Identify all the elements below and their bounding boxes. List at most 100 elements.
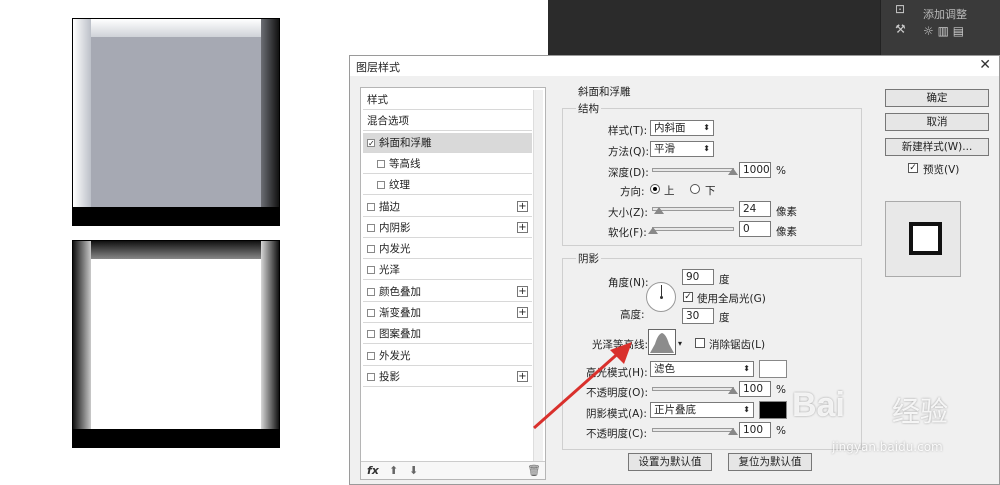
style-list-item[interactable]: 图案叠加 xyxy=(363,324,532,345)
soften-label: 软化(F): xyxy=(608,227,647,239)
soften-slider-thumb[interactable] xyxy=(648,227,658,234)
style-checkbox[interactable] xyxy=(377,159,385,168)
angle-dial[interactable] xyxy=(646,282,676,312)
technique-select[interactable]: 平滑 ⬍ xyxy=(650,141,714,157)
soften-field[interactable]: 0 xyxy=(739,221,771,237)
style-checkbox[interactable] xyxy=(367,266,375,275)
angle-field[interactable]: 90 xyxy=(682,269,714,285)
new-style-button[interactable]: 新建样式(W)... xyxy=(885,138,989,156)
shadow-opacity-slider[interactable] xyxy=(652,428,734,432)
global-light-label: 使用全局光(G) xyxy=(697,293,766,305)
altitude-unit: 度 xyxy=(719,312,730,324)
style-checkbox[interactable] xyxy=(367,309,375,317)
style-list-item[interactable]: ✓ 斜面和浮雕 xyxy=(363,132,532,153)
style-checkbox[interactable] xyxy=(377,181,385,190)
contour-dropdown-icon[interactable]: ▾ xyxy=(678,339,682,348)
soften-slider[interactable] xyxy=(652,227,734,231)
anti-alias-checkbox[interactable] xyxy=(695,338,705,348)
style-list-item[interactable]: 外发光 xyxy=(363,346,532,366)
cancel-button[interactable]: 取消 xyxy=(885,113,989,131)
highlight-opacity-field[interactable]: 100 xyxy=(739,381,771,397)
ok-button[interactable]: 确定 xyxy=(885,89,989,107)
style-list-item[interactable]: 颜色叠加 + xyxy=(363,282,532,302)
highlight-color-swatch[interactable] xyxy=(759,360,787,378)
annotation-arrow xyxy=(533,342,632,430)
highlight-opacity-thumb[interactable] xyxy=(728,387,738,394)
depth-field[interactable]: 1000 xyxy=(739,162,771,178)
style-checkbox[interactable] xyxy=(367,330,375,339)
size-field[interactable]: 24 xyxy=(739,201,771,217)
style-label: 样式(T): xyxy=(608,125,648,137)
style-checkbox[interactable] xyxy=(367,245,375,254)
size-slider[interactable] xyxy=(652,207,734,211)
style-list-label: 样式 xyxy=(367,94,388,106)
close-icon[interactable]: ✕ xyxy=(979,57,991,73)
shading-title: 阴影 xyxy=(576,251,601,266)
style-list-label: 光泽 xyxy=(379,264,400,277)
altitude-field[interactable]: 30 xyxy=(682,308,714,324)
add-style-icon[interactable]: + xyxy=(517,307,528,318)
structure-title: 结构 xyxy=(576,101,601,116)
fx-icon[interactable]: fx xyxy=(367,464,379,477)
bevel-preview-gray-square xyxy=(72,18,280,226)
preview-checkbox[interactable]: ✓ xyxy=(908,163,918,173)
shadow-opacity-thumb[interactable] xyxy=(728,428,738,435)
style-list-item[interactable]: 混合选项 xyxy=(363,111,532,132)
shadow-color-swatch[interactable] xyxy=(759,401,787,419)
watermark-brand2: 经验 xyxy=(892,395,949,428)
style-list-item[interactable]: 光泽 xyxy=(363,260,532,281)
style-list-item[interactable]: 内阴影 + xyxy=(363,218,532,238)
style-list-label: 内阴影 xyxy=(379,221,411,234)
style-list-label: 图案叠加 xyxy=(379,328,421,341)
style-list-item[interactable]: 内发光 xyxy=(363,239,532,260)
depth-slider-thumb[interactable] xyxy=(728,168,738,175)
style-list-item[interactable]: 渐变叠加 + xyxy=(363,303,532,323)
shadow-opacity-field[interactable]: 100 xyxy=(739,422,771,438)
style-list-label: 内发光 xyxy=(379,243,411,256)
add-style-icon[interactable]: + xyxy=(517,200,528,212)
direction-down-radio[interactable] xyxy=(690,184,700,194)
style-list-label: 等高线 xyxy=(389,157,421,170)
style-list-item[interactable]: 样式 xyxy=(363,90,532,110)
style-checkbox[interactable] xyxy=(367,372,375,381)
set-default-button[interactable]: 设置为默认值 xyxy=(628,453,712,471)
depth-slider[interactable] xyxy=(652,168,734,172)
style-list-item[interactable]: 描边 + xyxy=(363,197,532,217)
highlight-opacity-slider[interactable] xyxy=(652,387,734,391)
depth-label: 深度(D): xyxy=(608,167,649,179)
dialog-title: 图层样式 xyxy=(356,61,400,74)
altitude-label: 高度: xyxy=(620,309,645,321)
shadow-opacity-unit: % xyxy=(776,425,786,437)
adjustments-label: 添加调整 xyxy=(923,8,967,21)
direction-up-radio[interactable] xyxy=(650,184,660,194)
style-list-item[interactable]: 投影 + xyxy=(363,367,532,387)
add-style-icon[interactable]: + xyxy=(517,221,528,233)
gloss-contour-picker[interactable] xyxy=(648,329,676,355)
direction-label: 方向: xyxy=(620,186,645,198)
section-title: 斜面和浮雕 xyxy=(576,84,633,99)
move-down-icon[interactable]: ⬇ xyxy=(409,464,418,477)
add-style-icon[interactable]: + xyxy=(517,370,528,382)
tool-icon[interactable]: ⚒ xyxy=(895,22,906,36)
brightness-icon[interactable]: ☼ ▥ ▤ xyxy=(923,24,964,38)
style-checkbox[interactable]: ✓ xyxy=(367,138,375,147)
highlight-mode-select[interactable]: 滤色 ⬍ xyxy=(650,361,754,377)
move-up-icon[interactable]: ⬆ xyxy=(389,464,398,477)
style-list-item[interactable]: 纹理 xyxy=(363,175,532,196)
global-light-checkbox[interactable]: ✓ xyxy=(683,292,693,302)
style-list-item[interactable]: 等高线 xyxy=(363,154,532,174)
trash-icon[interactable]: 🗑 xyxy=(527,464,541,477)
style-select[interactable]: 内斜面 ⬍ xyxy=(650,120,714,136)
panel-icon[interactable]: ⊡ xyxy=(895,2,905,16)
style-list-label: 渐变叠加 xyxy=(379,307,421,319)
dialog-titlebar: 图层样式 ✕ xyxy=(350,56,999,76)
style-checkbox[interactable] xyxy=(367,351,375,360)
style-checkbox[interactable] xyxy=(367,287,375,296)
style-checkbox[interactable] xyxy=(367,223,375,232)
preview-label: 预览(V) xyxy=(923,164,960,176)
size-slider-thumb[interactable] xyxy=(654,207,664,214)
shadow-mode-select[interactable]: 正片叠底 ⬍ xyxy=(650,402,754,418)
add-style-icon[interactable]: + xyxy=(517,285,528,297)
style-checkbox[interactable] xyxy=(367,202,375,211)
soften-unit: 像素 xyxy=(776,226,797,238)
